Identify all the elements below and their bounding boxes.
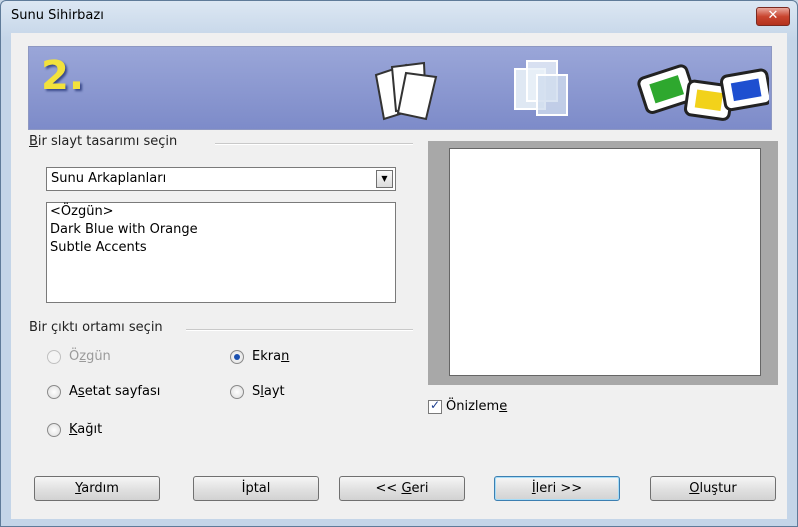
design-category-dropdown[interactable]: Sunu Arkaplanları ▼	[46, 167, 396, 191]
design-group-divider	[215, 143, 413, 145]
list-item[interactable]: <Özgün>	[47, 203, 395, 221]
radio-overhead-sheet-dot[interactable]	[47, 385, 61, 399]
color-slides-icon	[637, 64, 769, 121]
output-group-divider	[186, 329, 413, 331]
dropdown-value: Sunu Arkaplanları	[51, 171, 167, 186]
preview-checkbox-box[interactable]	[428, 398, 442, 414]
next-button[interactable]: İleri >>	[494, 476, 620, 501]
preview-panel	[428, 141, 778, 385]
close-icon: ✕	[767, 8, 779, 23]
window-title: Sunu Sihirbazı	[11, 8, 104, 23]
step-number: 2.	[41, 53, 85, 99]
create-button[interactable]: Oluştur	[650, 476, 776, 501]
title-bar[interactable]: Sunu Sihirbazı ✕	[1, 1, 797, 31]
wizard-banner: 2.	[28, 46, 772, 130]
radio-paper-dot[interactable]	[47, 423, 61, 437]
radio-slide-dot[interactable]	[230, 385, 244, 399]
radio-screen-dot[interactable]	[230, 350, 244, 364]
template-list[interactable]: <Özgün> Dark Blue with Orange Subtle Acc…	[46, 202, 396, 303]
radio-original-dot[interactable]	[47, 350, 61, 364]
back-button[interactable]: << Geri	[339, 476, 465, 501]
design-group-label: Bir slayt tasarımı seçin	[29, 134, 178, 149]
transparencies-icon	[514, 60, 568, 116]
preview-canvas	[449, 148, 761, 376]
chevron-down-icon[interactable]: ▼	[376, 170, 393, 188]
cancel-button[interactable]: İptal	[193, 476, 319, 501]
dialog-body: 2. Bir slayt tasarımı seçin Sunu Arkapla…	[11, 33, 787, 519]
close-button[interactable]: ✕	[756, 7, 790, 26]
list-item[interactable]: Subtle Accents	[47, 239, 395, 257]
output-group-label: Bir çıktı ortamı seçin	[29, 320, 163, 335]
presentation-wizard-window: Sunu Sihirbazı ✕ 2. Bir slayt tasarımı s…	[0, 0, 798, 527]
list-item[interactable]: Dark Blue with Orange	[47, 221, 395, 239]
help-button[interactable]: Yardım	[34, 476, 160, 501]
slides-stack-icon	[374, 61, 438, 121]
